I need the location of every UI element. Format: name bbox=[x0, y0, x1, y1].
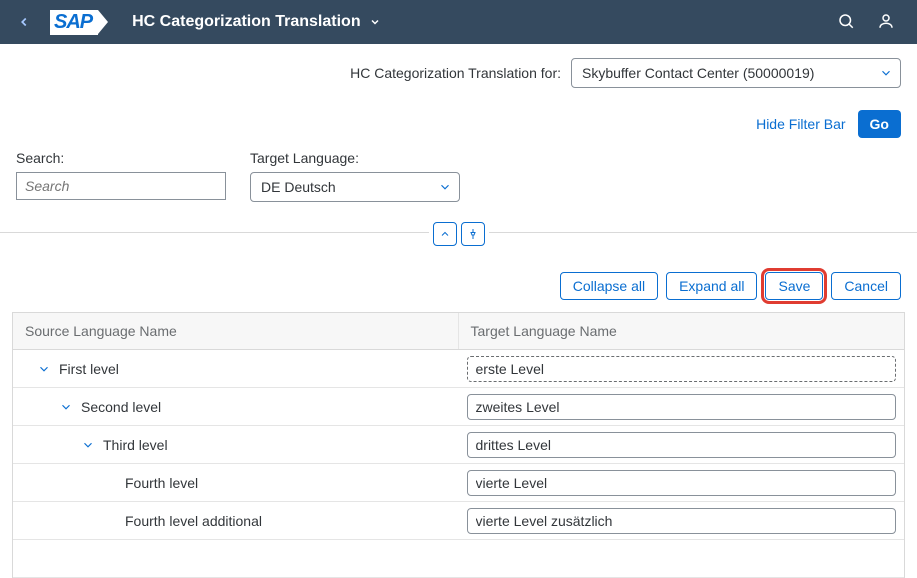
target-input[interactable] bbox=[467, 470, 897, 496]
source-label: Second level bbox=[81, 399, 161, 415]
pin-button[interactable] bbox=[461, 222, 485, 246]
collapse-header-button[interactable] bbox=[433, 222, 457, 246]
sap-logo: SAP bbox=[50, 10, 98, 35]
filter-row: Search: Target Language: DE Deutsch bbox=[0, 146, 917, 222]
back-button[interactable] bbox=[12, 10, 36, 34]
filter-divider bbox=[0, 222, 917, 242]
col-header-target: Target Language Name bbox=[459, 313, 905, 349]
source-label: Fourth level additional bbox=[125, 513, 262, 529]
target-input[interactable] bbox=[467, 394, 897, 420]
table-row: Fourth level additional bbox=[13, 502, 904, 540]
context-bar: HC Categorization Translation for: Skybu… bbox=[0, 44, 917, 102]
tree-node[interactable]: Second level bbox=[13, 399, 459, 415]
target-input[interactable] bbox=[467, 508, 897, 534]
cancel-button[interactable]: Cancel bbox=[831, 272, 901, 300]
go-button[interactable]: Go bbox=[858, 110, 901, 138]
table-row-empty bbox=[13, 540, 904, 578]
language-filter: Target Language: DE Deutsch bbox=[250, 150, 460, 202]
tree-node[interactable]: First level bbox=[13, 361, 459, 377]
user-button[interactable] bbox=[877, 12, 895, 33]
table-row: Second level bbox=[13, 388, 904, 426]
table-toolbar: Collapse all Expand all Save Cancel bbox=[0, 242, 917, 312]
table-row: Fourth level bbox=[13, 464, 904, 502]
source-label: First level bbox=[59, 361, 119, 377]
search-button[interactable] bbox=[837, 12, 855, 33]
tree-node: Fourth level bbox=[13, 475, 459, 491]
app-title-text: HC Categorization Translation bbox=[132, 13, 360, 31]
expand-all-button[interactable]: Expand all bbox=[666, 272, 757, 300]
language-select[interactable]: DE Deutsch bbox=[250, 172, 460, 202]
tree-node[interactable]: Third level bbox=[13, 437, 459, 453]
search-label: Search: bbox=[16, 150, 226, 166]
chevron-up-icon bbox=[439, 228, 451, 240]
search-filter: Search: bbox=[16, 150, 226, 202]
translation-table: Source Language Name Target Language Nam… bbox=[12, 312, 905, 578]
shell-header-left: SAP HC Categorization Translation bbox=[12, 10, 381, 35]
search-input[interactable] bbox=[16, 172, 226, 200]
filter-bar-actions: Hide Filter Bar Go bbox=[0, 102, 917, 146]
language-select-value: DE Deutsch bbox=[250, 172, 460, 202]
table-row: Third level bbox=[13, 426, 904, 464]
chevron-down-icon bbox=[37, 362, 51, 376]
chevron-down-icon bbox=[59, 400, 73, 414]
col-header-source: Source Language Name bbox=[13, 313, 459, 349]
source-label: Third level bbox=[103, 437, 168, 453]
language-label: Target Language: bbox=[250, 150, 460, 166]
target-input[interactable] bbox=[467, 356, 897, 382]
context-select-value: Skybuffer Contact Center (50000019) bbox=[571, 58, 901, 88]
pin-icon bbox=[467, 228, 479, 240]
save-button[interactable]: Save bbox=[765, 272, 823, 300]
tree-node: Fourth level additional bbox=[13, 513, 459, 529]
collapse-all-button[interactable]: Collapse all bbox=[560, 272, 658, 300]
context-label: HC Categorization Translation for: bbox=[350, 65, 561, 81]
divider-buttons bbox=[429, 222, 489, 246]
hide-filter-bar-link[interactable]: Hide Filter Bar bbox=[756, 116, 845, 132]
chevron-down-icon bbox=[81, 438, 95, 452]
source-label: Fourth level bbox=[125, 475, 198, 491]
target-input[interactable] bbox=[467, 432, 897, 458]
context-select[interactable]: Skybuffer Contact Center (50000019) bbox=[571, 58, 901, 88]
table-row: First level bbox=[13, 350, 904, 388]
user-icon bbox=[877, 12, 895, 30]
shell-header-right bbox=[837, 12, 905, 33]
shell-header: SAP HC Categorization Translation bbox=[0, 0, 917, 44]
app-title[interactable]: HC Categorization Translation bbox=[132, 13, 380, 31]
chevron-down-icon bbox=[369, 16, 381, 28]
search-icon bbox=[837, 12, 855, 30]
table-header: Source Language Name Target Language Nam… bbox=[13, 313, 904, 350]
